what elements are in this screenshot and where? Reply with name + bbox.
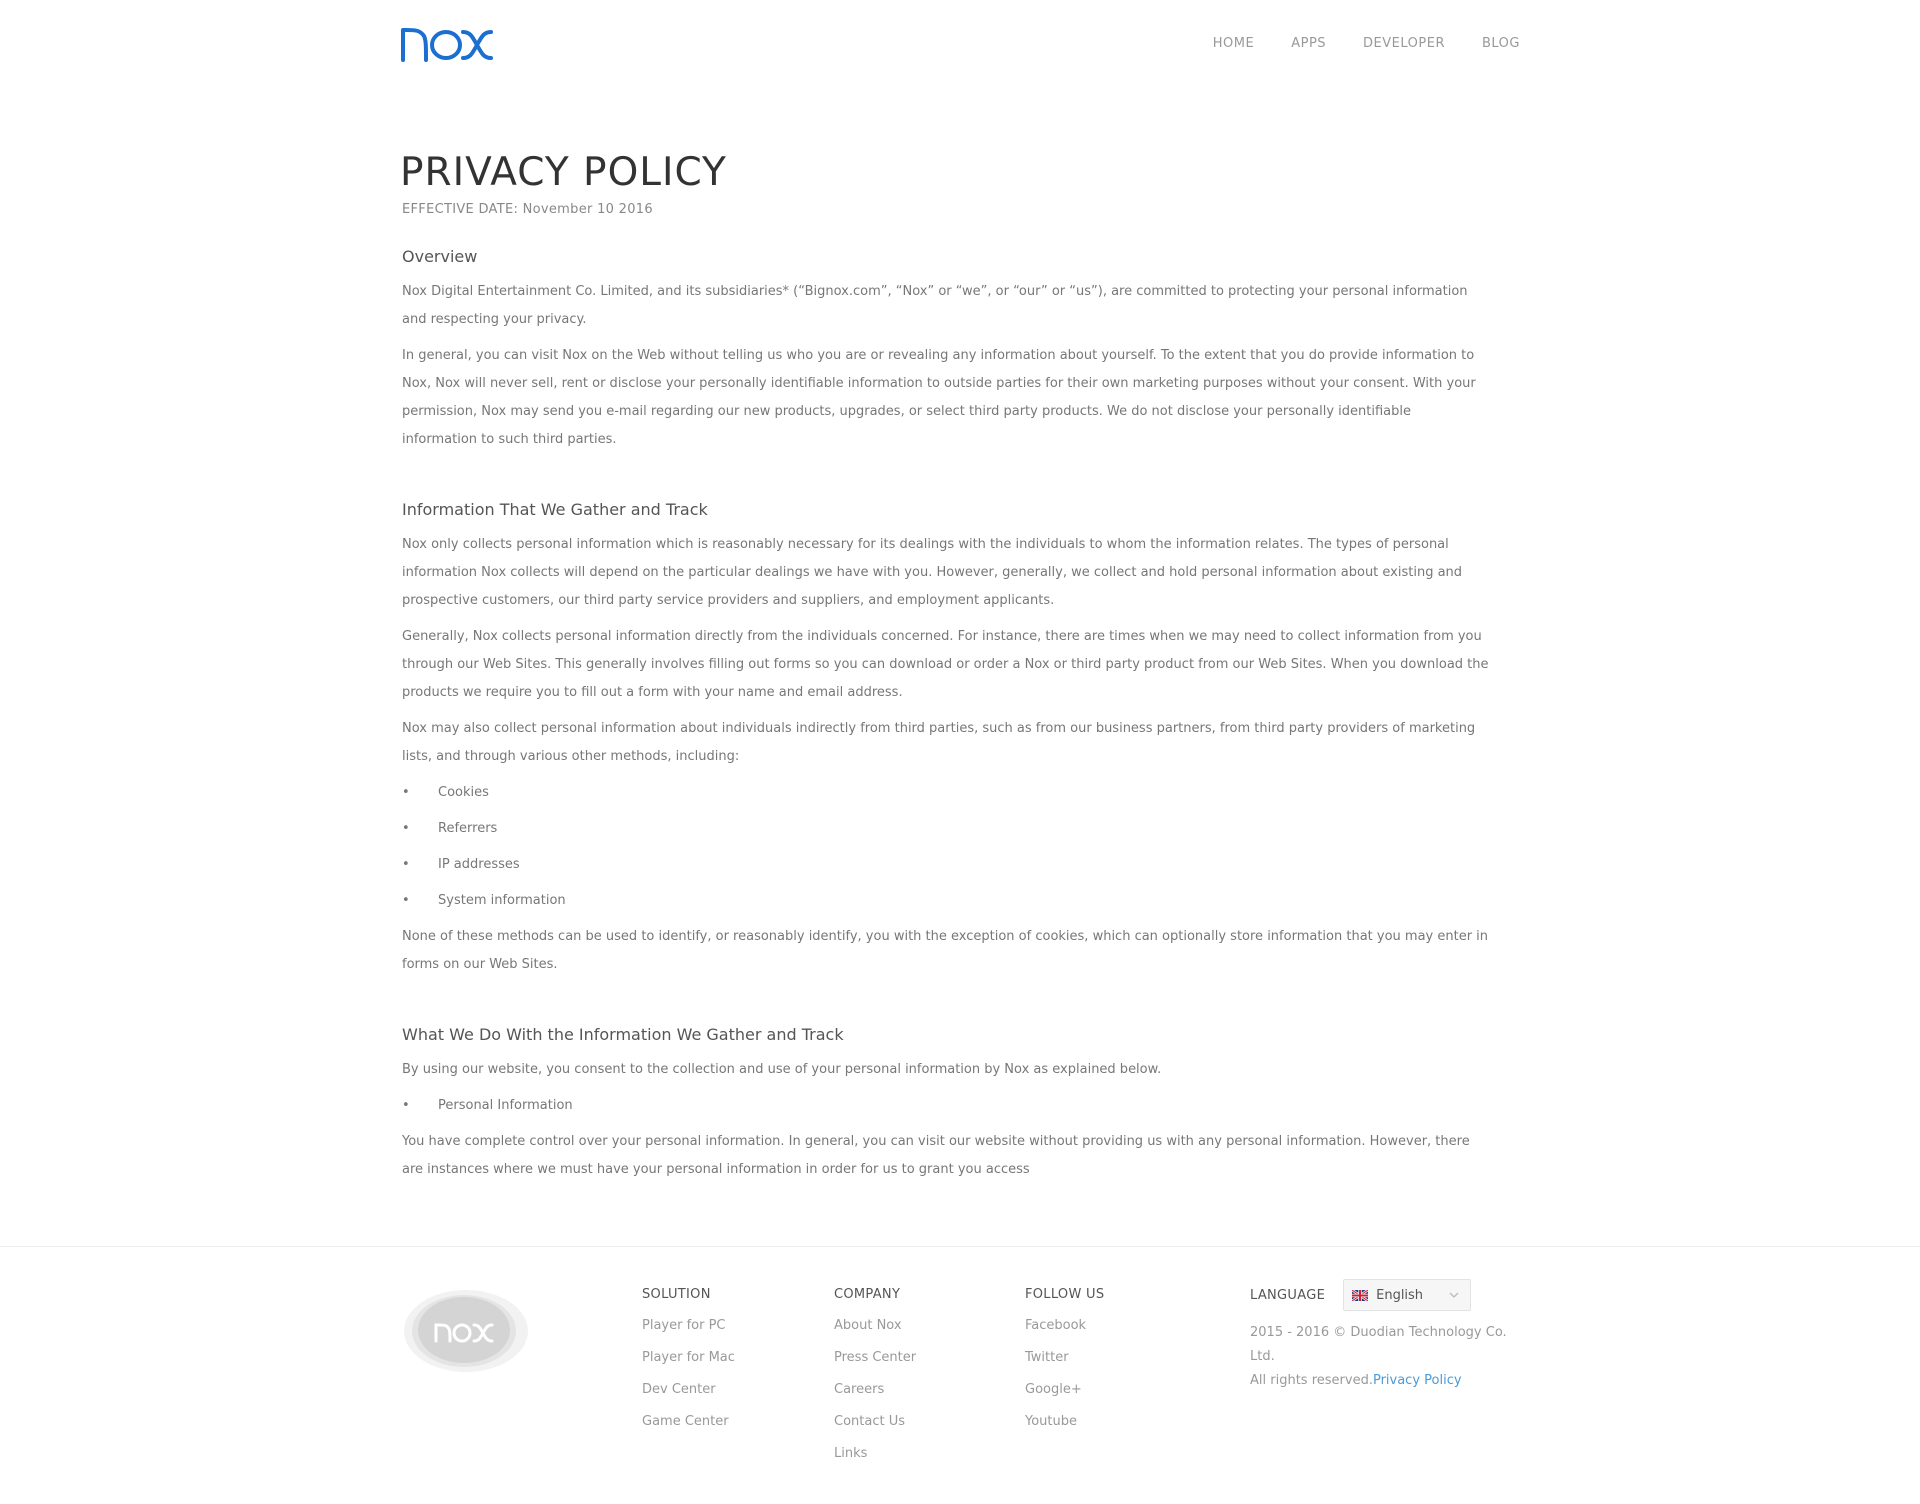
footer-link-twitter[interactable]: Twitter bbox=[1025, 1342, 1104, 1374]
list-item-text: Cookies bbox=[438, 785, 489, 800]
nox-footer-logo-icon bbox=[404, 1290, 528, 1372]
list-item: • Referrers bbox=[402, 815, 1490, 843]
paragraph: Generally, Nox collects personal informa… bbox=[402, 629, 1489, 700]
list-item: • IP addresses bbox=[402, 851, 1490, 879]
paragraph: In general, you can visit Nox on the Web… bbox=[402, 348, 1476, 447]
footer-link-links[interactable]: Links bbox=[834, 1438, 916, 1470]
site-footer: SOLUTION Player for PC Player for Mac De… bbox=[0, 1246, 1920, 1504]
copyright-line: All rights reserved.Privacy Policy bbox=[1250, 1369, 1530, 1393]
list-item-text: Personal Information bbox=[438, 1098, 573, 1113]
list-item: • Personal Information bbox=[402, 1092, 1490, 1120]
copyright: 2015 - 2016 © Duodian Technology Co. Ltd… bbox=[1250, 1321, 1530, 1393]
bullet-icon: • bbox=[402, 857, 410, 872]
bullet-list: • Personal Information bbox=[402, 1092, 1490, 1120]
footer-link-youtube[interactable]: Youtube bbox=[1025, 1406, 1104, 1438]
footer-link-careers[interactable]: Careers bbox=[834, 1374, 916, 1406]
language-value: English bbox=[1376, 1287, 1424, 1303]
nav-apps[interactable]: APPS bbox=[1291, 36, 1326, 51]
footer-link-contact[interactable]: Contact Us bbox=[834, 1406, 916, 1438]
paragraph: Nox only collects personal information w… bbox=[402, 537, 1463, 608]
footer-col-follow: FOLLOW US Facebook Twitter Google+ Youtu… bbox=[1025, 1287, 1104, 1438]
footer-link-google-plus[interactable]: Google+ bbox=[1025, 1374, 1104, 1406]
language-label: LANGUAGE bbox=[1250, 1287, 1326, 1303]
rights-text: All rights reserved. bbox=[1250, 1373, 1373, 1388]
paragraph: Nox may also collect personal informatio… bbox=[402, 721, 1476, 764]
section-overview: Overview Nox Digital Entertainment Co. L… bbox=[402, 247, 1490, 454]
footer-heading: COMPANY bbox=[834, 1287, 901, 1302]
main-content: PRIVACY POLICY EFFECTIVE DATE: November … bbox=[400, 148, 1490, 1192]
list-item-text: System information bbox=[438, 893, 566, 908]
paragraph: None of these methods can be used to ide… bbox=[402, 929, 1489, 972]
chevron-down-icon bbox=[1449, 1292, 1459, 1298]
paragraph: You have complete control over your pers… bbox=[402, 1134, 1470, 1177]
footer-link-press[interactable]: Press Center bbox=[834, 1342, 916, 1374]
section-gather-track: Information That We Gather and Track Nox… bbox=[402, 500, 1490, 979]
footer-link-dev-center[interactable]: Dev Center bbox=[642, 1374, 735, 1406]
site-header: HOME APPS DEVELOPER BLOG bbox=[0, 0, 1920, 90]
section-heading: Information That We Gather and Track bbox=[402, 500, 708, 519]
list-item: • System information bbox=[402, 887, 1490, 915]
bullet-icon: • bbox=[402, 785, 410, 800]
paragraph: By using our website, you consent to the… bbox=[402, 1062, 1162, 1077]
footer-heading: FOLLOW US bbox=[1025, 1287, 1105, 1302]
footer-link-game-center[interactable]: Game Center bbox=[642, 1406, 735, 1438]
nox-logo[interactable] bbox=[400, 24, 494, 64]
bullet-icon: • bbox=[402, 1098, 410, 1113]
footer-col-solution: SOLUTION Player for PC Player for Mac De… bbox=[642, 1287, 735, 1438]
language-block: LANGUAGE English 2015 - 2016 © Duodian T… bbox=[1250, 1279, 1530, 1393]
nav-blog[interactable]: BLOG bbox=[1482, 36, 1520, 51]
footer-link-player-mac[interactable]: Player for Mac bbox=[642, 1342, 735, 1374]
section-heading: Overview bbox=[402, 247, 478, 266]
nav-home[interactable]: HOME bbox=[1213, 36, 1254, 51]
footer-heading: SOLUTION bbox=[642, 1287, 711, 1302]
paragraph: Nox Digital Entertainment Co. Limited, a… bbox=[402, 284, 1468, 327]
language-select[interactable]: English bbox=[1343, 1279, 1472, 1311]
footer-col-company: COMPANY About Nox Press Center Careers C… bbox=[834, 1287, 916, 1470]
privacy-policy-link[interactable]: Privacy Policy bbox=[1373, 1373, 1462, 1388]
list-item-text: Referrers bbox=[438, 821, 498, 836]
nav-developer[interactable]: DEVELOPER bbox=[1363, 36, 1445, 51]
footer-link-facebook[interactable]: Facebook bbox=[1025, 1310, 1104, 1342]
language-row: LANGUAGE English bbox=[1250, 1279, 1530, 1311]
bullet-list: • Cookies • Referrers • IP addresses • Syste… bbox=[402, 779, 1490, 915]
bullet-icon: • bbox=[402, 821, 410, 836]
footer-link-about[interactable]: About Nox bbox=[834, 1310, 916, 1342]
section-use-info: What We Do With the Information We Gathe… bbox=[402, 1025, 1490, 1184]
nox-logo-icon bbox=[401, 28, 493, 62]
footer-logo bbox=[400, 1287, 528, 1377]
section-heading: What We Do With the Information We Gathe… bbox=[402, 1025, 844, 1044]
bullet-icon: • bbox=[402, 893, 410, 908]
footer-link-player-pc[interactable]: Player for PC bbox=[642, 1310, 735, 1342]
copyright-line: 2015 - 2016 © Duodian Technology Co. Ltd… bbox=[1250, 1325, 1507, 1364]
effective-date: EFFECTIVE DATE: November 10 2016 bbox=[402, 202, 653, 217]
list-item: • Cookies bbox=[402, 779, 1490, 807]
page-title: PRIVACY POLICY bbox=[400, 150, 727, 195]
uk-flag-icon bbox=[1352, 1289, 1369, 1301]
main-nav: HOME APPS DEVELOPER BLOG bbox=[1213, 36, 1520, 51]
list-item-text: IP addresses bbox=[438, 857, 520, 872]
